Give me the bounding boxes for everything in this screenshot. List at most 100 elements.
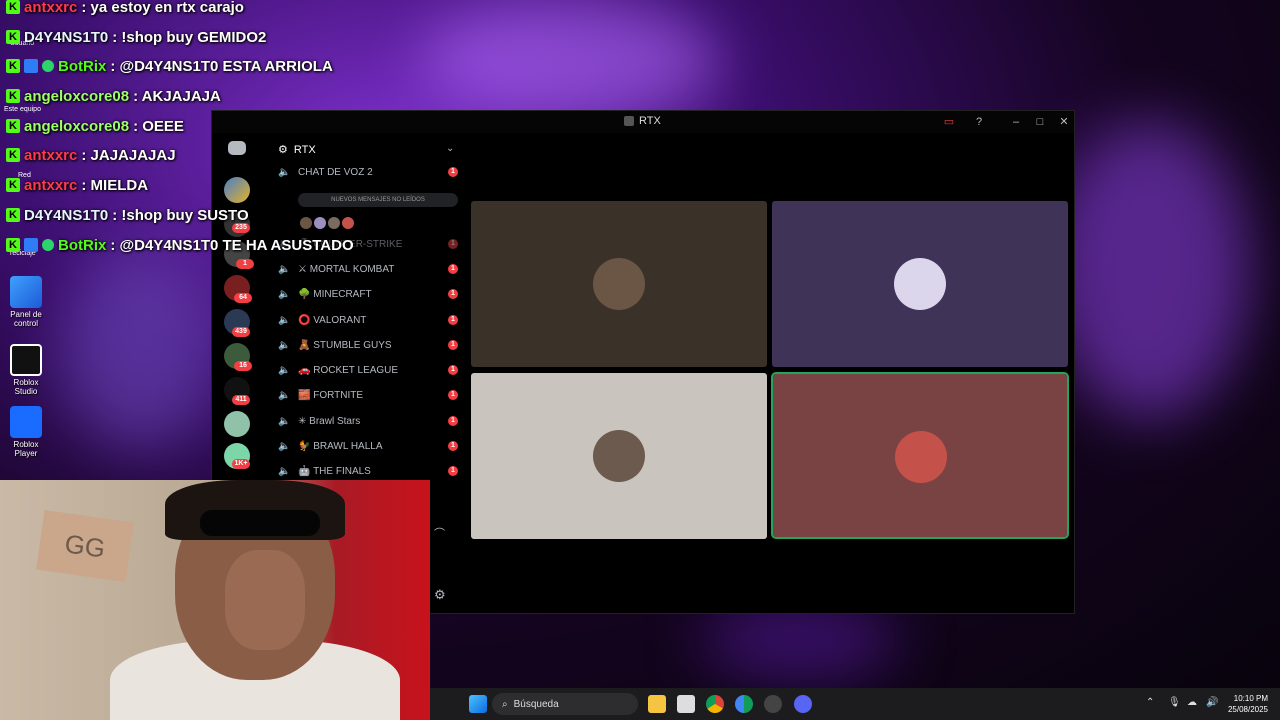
file-explorer-icon[interactable] xyxy=(648,695,666,713)
kick-badge-icon: K xyxy=(6,238,20,252)
speaker-icon: 🔈 xyxy=(278,440,291,452)
minimize-button[interactable]: – xyxy=(1009,115,1023,129)
channel-item[interactable]: 🔈 🌳 MINECRAFT 1 xyxy=(278,284,458,304)
discord-home-icon[interactable] xyxy=(228,141,246,155)
avatar xyxy=(342,217,354,229)
user-settings-icon[interactable]: ⚙ xyxy=(434,587,446,603)
close-button[interactable]: ✕ xyxy=(1057,115,1071,129)
unread-badge: 1 xyxy=(448,466,458,476)
channel-item[interactable]: 🔈 🐓 BRAWL HALLA 1 xyxy=(278,436,458,456)
speaker-icon: 🔈 xyxy=(278,166,291,178)
desktop-icon-roblox-studio[interactable]: Roblox Studio xyxy=(4,344,48,396)
webcam-feed: GG xyxy=(0,480,430,720)
channel-item-voice-2[interactable]: 🔈 CHAT DE VOZ 2 1 xyxy=(278,162,458,182)
chat-text: : JAJAJAJAJ xyxy=(81,146,176,164)
channel-item[interactable]: 🔈 ⭕ VALORANT 1 xyxy=(278,310,458,330)
chrome-profile-icon[interactable] xyxy=(735,695,753,713)
inbox-icon[interactable]: ▭ xyxy=(942,115,956,129)
volume-icon[interactable]: 🔊 xyxy=(1206,697,1218,708)
unread-badge: 1 xyxy=(448,167,458,177)
channel-item[interactable]: 🔈 🧱 FORTNITE 1 xyxy=(278,385,458,405)
kick-badge-icon: K xyxy=(6,89,20,103)
unread-badge: 1 xyxy=(448,340,458,350)
avatar xyxy=(895,431,947,483)
chat-text: : MIELDA xyxy=(81,176,149,194)
server-icon[interactable] xyxy=(224,177,250,203)
unread-badge: 1 xyxy=(448,264,458,274)
chat-username: antxxrc xyxy=(24,0,78,16)
kick-badge-icon: K xyxy=(6,178,20,192)
bot-badge-icon xyxy=(24,59,38,73)
windows-start-icon[interactable] xyxy=(469,695,487,713)
unread-badge: 1 xyxy=(448,365,458,375)
roblox-studio-icon xyxy=(10,344,42,376)
avatar xyxy=(593,430,645,482)
unread-badge: 1 xyxy=(448,416,458,426)
unread-badge: 1 xyxy=(448,289,458,299)
chevron-down-icon[interactable]: ⌄ xyxy=(446,143,454,154)
desktop-icon-roblox-player[interactable]: Roblox Player xyxy=(4,406,48,458)
search-box[interactable]: ⌕ Búsqueda xyxy=(492,693,638,715)
mention-badge: 1K+ xyxy=(232,459,250,469)
chat-message: K antxxrc : ya estoy en rtx carajo xyxy=(6,0,244,19)
chat-text: : @D4Y4NS1T0 ESTA ARRIOLA xyxy=(110,57,333,75)
channel-label: 🧱 FORTNITE xyxy=(298,389,364,401)
chat-message: K BotRix : @D4Y4NS1T0 TE HA ASUSTADO xyxy=(6,233,354,257)
disconnect-icon[interactable]: ⌒ xyxy=(434,525,445,541)
channel-item[interactable]: 🔈 🚗 ROCKET LEAGUE 1 xyxy=(278,360,458,380)
clock[interactable]: 10:10 PM 25/08/2025 xyxy=(1228,693,1268,715)
kick-badge-icon: K xyxy=(6,59,20,73)
webcam-person xyxy=(200,510,320,536)
kick-badge-icon: K xyxy=(6,0,20,14)
desktop-icon-label: Roblox Studio xyxy=(13,378,39,396)
new-messages-banner[interactable]: NUEVOS MENSAJES NO LEÍDOS xyxy=(298,193,458,207)
server-header[interactable]: ⚙ RTX xyxy=(278,143,316,157)
kick-badge-icon: K xyxy=(6,30,20,44)
chat-username: angeloxcore08 xyxy=(24,87,130,105)
chat-message: K angeloxcore08 : OEEE xyxy=(6,114,184,138)
chevron-up-icon[interactable]: ⌃ xyxy=(1146,697,1154,708)
channel-label: 🤖 THE FINALS xyxy=(298,465,371,477)
help-icon[interactable]: ? xyxy=(972,115,986,129)
chat-message: K D4Y4NS1T0 : !shop buy SUSTO xyxy=(6,203,249,227)
mention-badge: 439 xyxy=(232,327,250,337)
channel-label: 🐓 BRAWL HALLA xyxy=(298,440,383,452)
search-icon: ⌕ xyxy=(502,698,508,710)
chat-username: BotRix xyxy=(58,236,107,254)
participant-tile-speaking[interactable] xyxy=(771,372,1069,539)
channel-item[interactable]: 🔈 ✳ Brawl Stars 1 xyxy=(278,411,458,431)
channel-item[interactable]: 🔈 ⚔ MORTAL KOMBAT 1 xyxy=(278,259,458,279)
desktop-icon-label: Roblox Player xyxy=(13,440,39,458)
app-icon[interactable] xyxy=(764,695,782,713)
avatar xyxy=(314,217,326,229)
verified-badge-icon xyxy=(42,239,54,251)
desktop-icon-control-panel[interactable]: Panel de control xyxy=(4,276,48,328)
kick-badge-icon: K xyxy=(6,148,20,162)
window-title: RTX xyxy=(624,115,661,127)
channel-label: CHAT DE VOZ 2 xyxy=(298,166,373,178)
maximize-button[interactable]: □ xyxy=(1033,115,1047,129)
store-icon[interactable] xyxy=(677,695,695,713)
participant-tile[interactable] xyxy=(772,201,1068,367)
chat-message: K antxxrc : JAJAJAJAJ xyxy=(6,143,176,167)
chat-username: BotRix xyxy=(58,57,107,75)
webcam-person xyxy=(225,550,305,650)
chrome-icon[interactable] xyxy=(706,695,724,713)
discord-icon[interactable] xyxy=(794,695,812,713)
participant-tile[interactable] xyxy=(471,373,767,539)
chat-username: D4Y4NS1T0 xyxy=(24,206,109,224)
taskbar: ⌕ Búsqueda ⌃ 🎙 ☁ 🔊 10:10 PM 25/08/2025 xyxy=(430,688,1280,720)
clock-date: 25/08/2025 xyxy=(1227,705,1268,714)
avatar xyxy=(593,258,645,310)
cloud-icon[interactable]: ☁ xyxy=(1187,697,1197,708)
mention-badge: 16 xyxy=(234,361,252,371)
voice-stage xyxy=(465,133,1074,613)
channel-item[interactable]: 🔈 🧸 STUMBLE GUYS 1 xyxy=(278,335,458,355)
chat-username: D4Y4NS1T0 xyxy=(24,28,109,46)
participant-tile[interactable] xyxy=(471,201,767,367)
channel-item[interactable]: 🔈 🤖 THE FINALS 1 xyxy=(278,461,458,481)
speaker-icon: 🔈 xyxy=(278,364,291,376)
microphone-icon[interactable]: 🎙 xyxy=(1168,697,1181,708)
server-icon[interactable] xyxy=(224,411,250,437)
avatar xyxy=(328,217,340,229)
